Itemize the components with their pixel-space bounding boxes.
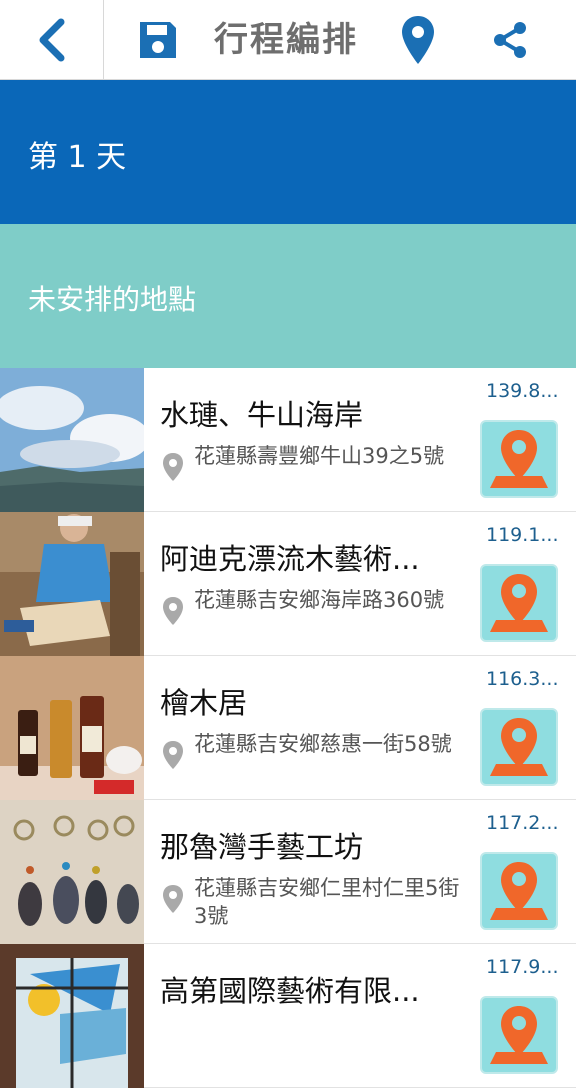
day-1-section-header[interactable]: 第 1 天 [0,80,576,224]
page-title: 行程編排 [214,20,358,60]
back-icon [39,18,64,62]
place-thumbnail [0,368,144,512]
show-on-map-button[interactable] [480,708,558,786]
address-pin-icon [163,597,183,625]
save-button[interactable] [134,18,182,62]
save-icon [140,22,176,58]
top-bar: 行程編排 [0,0,576,80]
place-distance: 117.2... [486,812,559,834]
place-thumbnail [0,800,144,944]
place-name: 檜木居 [160,686,248,720]
map-pin-icon [490,718,548,776]
list-item[interactable]: 檜木居 花蓮縣吉安鄉慈惠一街58號 116.3... [0,656,576,800]
place-distance: 119.1... [486,524,559,546]
place-distance: 117.9... [486,956,559,978]
address-pin-icon [163,741,183,769]
unplanned-section-header[interactable]: 未安排的地點 [0,224,576,368]
place-thumbnail [0,656,144,800]
back-button[interactable] [0,0,104,80]
map-pin-icon [490,1006,548,1064]
place-name: 那魯灣手藝工坊 [160,830,364,864]
show-on-map-button[interactable] [480,564,558,642]
place-name: 高第國際藝術有限... [160,974,420,1008]
day-label: 第 1 天 [28,140,127,175]
unplanned-label: 未安排的地點 [28,283,197,316]
place-address: 花蓮縣吉安鄉慈惠一街58號 [194,732,452,756]
show-on-map-button[interactable] [480,420,558,498]
share-icon [494,22,526,58]
show-on-map-button[interactable] [480,996,558,1074]
map-pin-icon [490,574,548,632]
address-pin-icon [163,453,183,481]
address-pin-icon [163,885,183,913]
place-thumbnail [0,944,144,1088]
list-item[interactable]: 那魯灣手藝工坊 花蓮縣吉安鄉仁里村仁里5街3號 117.2... [0,800,576,944]
map-pin-icon [490,862,548,920]
place-address: 花蓮縣壽豐鄉牛山39之5號 [194,444,445,468]
place-thumbnail [0,512,144,656]
share-button[interactable] [488,18,532,62]
place-name: 阿迪克漂流木藝術... [160,542,420,576]
place-address: 花蓮縣吉安鄉海岸路360號 [194,588,445,612]
map-view-button[interactable] [396,12,440,68]
map-pin-icon [490,430,548,488]
place-address: 花蓮縣吉安鄉仁里村仁里5街3號 [194,876,460,928]
place-distance: 139.8... [486,380,559,402]
place-distance: 116.3... [486,668,559,690]
place-name: 水璉、牛山海岸 [160,398,364,432]
list-item[interactable]: 高第國際藝術有限... 117.9... [0,944,576,1088]
location-pin-icon [402,16,434,64]
list-item[interactable]: 阿迪克漂流木藝術... 花蓮縣吉安鄉海岸路360號 119.1... [0,512,576,656]
list-item[interactable]: 水璉、牛山海岸 花蓮縣壽豐鄉牛山39之5號 139.8... [0,368,576,512]
show-on-map-button[interactable] [480,852,558,930]
